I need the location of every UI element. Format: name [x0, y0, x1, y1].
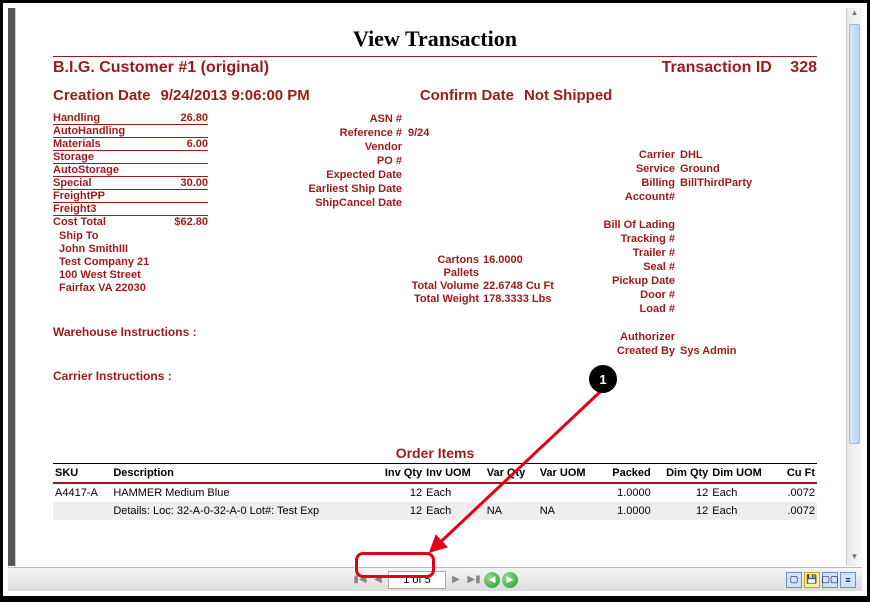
scroll-down-icon[interactable]: ▼: [847, 552, 862, 566]
volume-labels: Cartons Pallets Total Volume Total Weigh…: [391, 254, 479, 306]
vertical-scrollbar[interactable]: ▲ ▼: [846, 8, 862, 566]
table-row: Details: Loc: 32-A-0-32-A-0 Lot#: Test E…: [53, 502, 817, 520]
confirm-date-value: Not Shipped: [524, 87, 612, 104]
carrier-instructions-label: Carrier Instructions :: [53, 369, 817, 383]
confirm-date-label: Confirm Date: [420, 87, 514, 104]
creation-date-value: 9/24/2013 9:06:00 PM: [161, 87, 310, 104]
volume-values: 16.0000 22.6748 Cu Ft 178.3333 Lbs: [483, 254, 554, 306]
nav-forward-button[interactable]: ▶: [502, 572, 518, 588]
save-icon[interactable]: 💾: [804, 572, 820, 588]
pager-toolbar: ▮◀ ◀ ▶ ▶▮ ◀ ▶ ▢ 💾 ▢▢ ≡: [8, 567, 862, 591]
last-page-button[interactable]: ▶▮: [466, 572, 482, 588]
document-page: View Transaction B.I.G. Customer #1 (ori…: [15, 8, 855, 566]
table-row: A4417-A HAMMER Medium Blue 12 Each 1.000…: [53, 483, 817, 502]
shipment-labels: Carrier Service Billing Account# Bill Of…: [575, 148, 675, 358]
order-items-table: SKU Description Inv Qty Inv UOM Var Qty …: [53, 463, 817, 520]
shipment-values: DHL Ground BillThirdParty Sys Admin: [680, 148, 795, 358]
cost-summary: Handling26.80 AutoHandling Materials6.00…: [53, 112, 208, 295]
layout-continuous-icon[interactable]: ≡: [840, 572, 856, 588]
document-viewport: View Transaction B.I.G. Customer #1 (ori…: [8, 8, 862, 566]
prev-page-button[interactable]: ◀: [370, 572, 386, 588]
page-input[interactable]: [388, 571, 446, 589]
scroll-up-icon[interactable]: ▲: [847, 8, 862, 22]
nav-back-button[interactable]: ◀: [484, 572, 500, 588]
layout-double-icon[interactable]: ▢▢: [822, 572, 838, 588]
ship-to-block: Ship To John SmithIII Test Company 21 10…: [59, 230, 208, 295]
transaction-id: Transaction ID 328: [662, 59, 817, 77]
next-page-button[interactable]: ▶: [448, 572, 464, 588]
page-title: View Transaction: [53, 26, 817, 52]
first-page-button[interactable]: ▮◀: [352, 572, 368, 588]
layout-single-icon[interactable]: ▢: [786, 572, 802, 588]
order-items-title: Order Items: [53, 445, 817, 461]
callout-badge: 1: [589, 365, 617, 393]
reference-labels: ASN # Reference # Vendor PO # Expected D…: [228, 112, 408, 295]
divider: [53, 56, 817, 57]
scrollbar-thumb[interactable]: [849, 24, 860, 444]
customer-name: B.I.G. Customer #1 (original): [53, 59, 269, 77]
creation-date-label: Creation Date: [53, 87, 151, 104]
